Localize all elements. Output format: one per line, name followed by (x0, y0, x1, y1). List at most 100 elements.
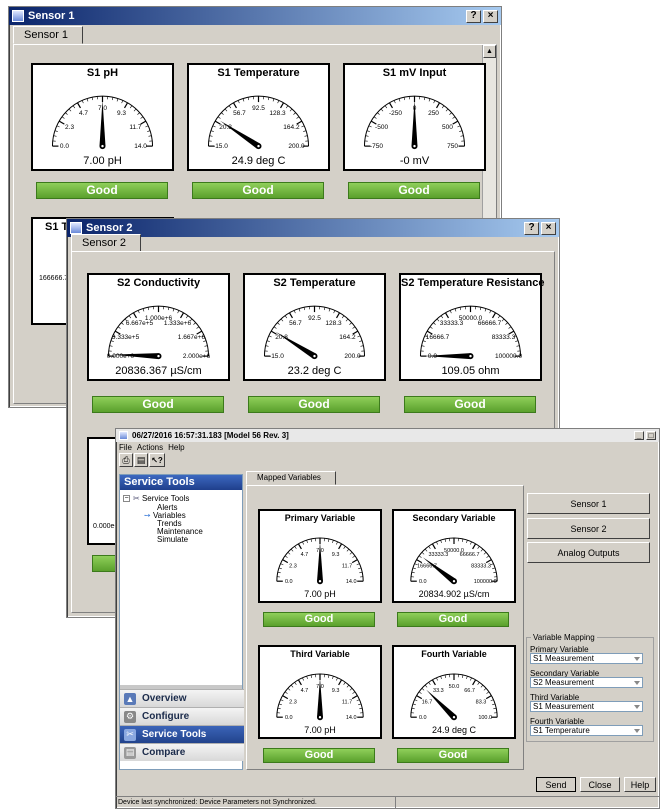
tab-mapped-variables[interactable]: Mapped Variables (246, 471, 336, 485)
gauge-tick-label: 66666.7 (460, 552, 480, 558)
minor-tick (349, 688, 353, 691)
compare-icon: ▤ (124, 746, 136, 759)
minor-tick (436, 541, 438, 545)
group-legend: Variable Mapping (531, 633, 597, 642)
gauge-tick-label: 92.5 (308, 315, 321, 322)
gauge-tick-label: 100000.0 (495, 353, 522, 360)
preview-icon[interactable]: ▤ (134, 453, 148, 467)
tab-sensor2[interactable]: Sensor 2 (71, 234, 142, 252)
analog-outputs-button[interactable]: Analog Outputs (527, 542, 650, 563)
close-button[interactable]: × (483, 9, 498, 23)
menu-file[interactable]: File (119, 443, 132, 452)
major-tick (416, 695, 423, 700)
tab-sensor1[interactable]: Sensor 1 (13, 26, 84, 44)
tree-root[interactable]: ✂ Service Tools (133, 494, 189, 503)
gauge-tick-label: -250 (389, 110, 402, 117)
secondary-variable-select[interactable]: S2 Measurement (530, 677, 643, 688)
minor-tick (268, 335, 272, 338)
third-variable-select[interactable]: S1 Measurement (530, 701, 643, 712)
main-titlebar[interactable]: 06/27/2016 16:57:31.183 [Model 56 Rev. 3… (116, 429, 659, 442)
menu-help[interactable]: Help (168, 443, 184, 452)
gauge-tick-label: 750 (447, 143, 458, 150)
gauge-dial: -15.020.856.792.5128.3164.2200.0 (207, 95, 310, 150)
tree-expander-icon[interactable]: − (123, 495, 130, 502)
nav-overview[interactable]: ▲ Overview (120, 689, 244, 707)
minimize-button[interactable]: _ (634, 431, 644, 440)
minor-tick (358, 567, 362, 570)
minor-tick (61, 116, 65, 119)
minor-tick (280, 318, 284, 322)
minor-tick (516, 345, 520, 347)
minor-tick (265, 345, 269, 347)
major-tick (132, 312, 137, 319)
gauge-tick-label: 66666.7 (478, 320, 502, 327)
minor-tick (217, 116, 221, 119)
main-window: 06/27/2016 16:57:31.183 [Model 56 Rev. 3… (115, 428, 660, 809)
scroll-up-icon[interactable]: ▲ (483, 45, 496, 58)
close-button[interactable]: × (541, 221, 556, 235)
gauge-dial: 0.016666.733333.350000.066666.783333.310… (419, 305, 522, 360)
sensor1-button[interactable]: Sensor 1 (527, 493, 650, 514)
minor-tick (294, 546, 297, 549)
sensor1-titlebar[interactable]: Sensor 1 ? × (9, 7, 501, 25)
minor-tick (449, 112, 452, 115)
gauge-tick-label: 200.0 (288, 143, 305, 150)
major-tick (444, 312, 449, 319)
minor-tick (349, 322, 352, 325)
maximize-button[interactable]: □ (646, 431, 656, 440)
wrench-icon: ✂ (133, 494, 142, 503)
toolbar: ⎙ ▤ ↖? (119, 453, 165, 469)
nav-compare[interactable]: ▤ Compare (120, 743, 244, 761)
gauge-hub-center (469, 354, 472, 358)
gauge-dial: 0.02.34.77.09.311.714.0 (51, 95, 154, 150)
minor-tick (277, 707, 281, 710)
status-good: Good (404, 396, 536, 413)
gauge-tick-label: 2.3 (289, 700, 297, 706)
minor-tick (357, 335, 361, 338)
gauge-tick-label: 14.0 (346, 579, 357, 585)
minor-tick (418, 691, 422, 694)
gauge-title: S2 Conductivity (116, 277, 201, 289)
nav-configure[interactable]: ⚙ Configure (120, 707, 244, 725)
minor-tick (492, 567, 496, 570)
minor-tick (436, 677, 438, 681)
minor-tick (445, 108, 449, 112)
minor-tick (359, 340, 363, 342)
minor-tick (440, 540, 442, 544)
nav-service-tools[interactable]: ✂ Service Tools (120, 725, 244, 743)
major-tick (297, 543, 302, 550)
gauge-tick-label: -750 (370, 143, 383, 150)
minor-tick (167, 307, 170, 311)
minor-tick (140, 116, 144, 119)
minor-tick (284, 691, 288, 694)
gauge-tick-label: 16.7 (422, 700, 433, 706)
minor-tick (441, 105, 445, 109)
help-button[interactable]: ? (524, 221, 539, 235)
help-button[interactable]: Help (624, 777, 656, 792)
major-tick (336, 312, 341, 319)
minor-tick (501, 318, 505, 322)
gauge-hub-center (318, 716, 322, 719)
help-button[interactable]: ? (466, 9, 481, 23)
gauge-dial: 0.0 16.733.3 50.0 66.783.3 100.0 (410, 673, 498, 721)
major-tick (388, 102, 393, 109)
send-button[interactable]: Send (536, 777, 576, 792)
minor-tick (429, 326, 433, 329)
minor-tick (221, 112, 224, 115)
close-button[interactable]: Close (580, 777, 620, 792)
whats-this-icon[interactable]: ↖? (149, 453, 165, 467)
gauge-tick-label: 500 (442, 124, 453, 131)
print-icon[interactable]: ⎙ (119, 453, 133, 467)
gauge-secondary-variable: 0.0 16666.7 33333.3 50000.0 66666.7 83333.3 10… (392, 509, 516, 603)
tree-item-simulate[interactable]: Simulate (157, 535, 188, 544)
menu-actions[interactable]: Actions (137, 443, 163, 452)
fourth-variable-select[interactable]: S1 Temperature (530, 725, 643, 736)
sidebar: Service Tools − ✂ Service Tools Alerts ➙… (119, 474, 244, 770)
minor-tick (433, 322, 436, 325)
primary-variable-select[interactable]: S1 Measurement (530, 653, 643, 664)
minor-tick (352, 691, 356, 694)
minor-tick (423, 97, 426, 101)
minor-tick (332, 676, 334, 680)
gauge-dial: 0.000e+03.333e+56.667e+51.000e+61.333e+6… (107, 305, 211, 360)
sensor2-button[interactable]: Sensor 2 (527, 518, 650, 539)
